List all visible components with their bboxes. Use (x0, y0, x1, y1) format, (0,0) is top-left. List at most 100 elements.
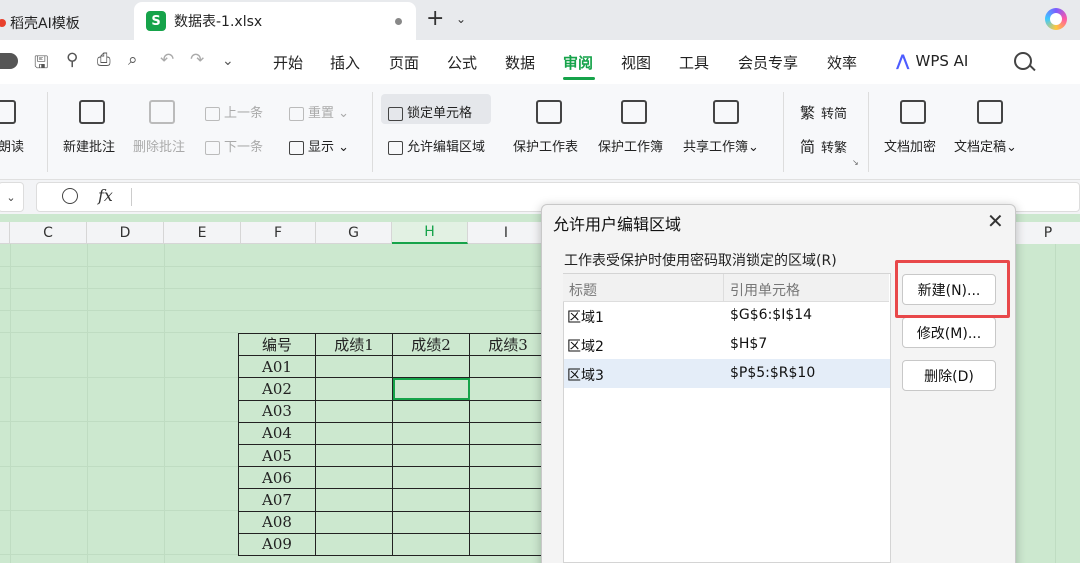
cell[interactable] (469, 488, 547, 512)
cell[interactable] (392, 510, 470, 534)
read-aloud-button[interactable]: 朗读 (0, 136, 24, 155)
id-cell[interactable]: A02 (238, 377, 316, 401)
cell[interactable] (315, 466, 393, 490)
id-cell[interactable]: A01 (238, 355, 316, 379)
cell[interactable] (315, 421, 393, 445)
lock-cells-button[interactable]: 锁定单元格 (388, 102, 472, 121)
cell[interactable] (392, 443, 470, 468)
more-chevron-icon[interactable]: ⌄ (222, 53, 234, 69)
name-box-dropdown[interactable]: ⌄ (0, 182, 24, 212)
selected-cell[interactable] (392, 377, 470, 401)
doc-final-button[interactable]: 文档定稿⌄ (954, 136, 1017, 155)
cell[interactable] (469, 377, 547, 401)
cell[interactable] (315, 488, 393, 512)
cell[interactable] (315, 355, 393, 379)
search-icon[interactable] (1014, 52, 1032, 70)
header-cell-score2[interactable]: 成绩2 (392, 332, 470, 357)
menu-home[interactable]: 开始 (273, 52, 303, 73)
header-cell-score1[interactable]: 成绩1 (315, 332, 393, 357)
allow-edit-range-button[interactable]: 允许编辑区域 (388, 136, 485, 155)
save-icon[interactable]: 🖫 (34, 50, 48, 79)
cell[interactable] (469, 466, 547, 490)
cell[interactable] (315, 532, 393, 556)
cell[interactable] (469, 421, 547, 445)
id-cell[interactable]: A03 (238, 399, 316, 423)
cell[interactable] (469, 399, 547, 423)
protect-workbook-button[interactable]: 保护工作簿 (598, 136, 663, 155)
menu-formula[interactable]: 公式 (447, 52, 477, 73)
menu-data[interactable]: 数据 (505, 52, 535, 73)
unsaved-dot-icon[interactable] (395, 18, 402, 25)
zoom-icon[interactable] (62, 188, 78, 204)
cell[interactable] (469, 532, 547, 556)
column-header-i[interactable]: I (468, 222, 545, 244)
doc-encrypt-button[interactable]: 文档加密 (884, 136, 936, 155)
id-cell[interactable]: A06 (238, 466, 316, 490)
link-icon[interactable]: ⚲ (66, 50, 78, 70)
cell[interactable] (392, 466, 470, 490)
cell[interactable] (315, 399, 393, 423)
to-simplified-button[interactable]: 繁转简 (800, 102, 847, 123)
wps-ai-logo-icon[interactable] (1045, 8, 1067, 30)
menu-review[interactable]: 审阅 (563, 52, 593, 73)
column-header-g[interactable]: G (316, 222, 392, 244)
column-header[interactable] (0, 222, 10, 244)
dialog-launcher-icon[interactable]: ↘ (852, 158, 859, 167)
toggle-switch[interactable] (0, 53, 18, 69)
tab-docer-templates[interactable]: 稻壳AI模板 (0, 6, 126, 40)
undo-icon[interactable]: ↶ (160, 50, 174, 70)
menu-page[interactable]: 页面 (389, 52, 419, 73)
cell[interactable] (392, 421, 470, 445)
list-header-ref[interactable]: 引用单元格 (730, 280, 800, 300)
list-item-selected[interactable] (564, 359, 890, 388)
redo-icon[interactable]: ↷ (190, 50, 204, 70)
menu-member[interactable]: 会员专享 (738, 52, 798, 73)
share-workbook-button[interactable]: 共享工作簿⌄ (683, 136, 759, 155)
id-cell[interactable]: A04 (238, 421, 316, 445)
header-cell-id[interactable]: 编号 (238, 332, 316, 357)
menu-view[interactable]: 视图 (621, 52, 651, 73)
menu-efficiency[interactable]: 效率 (827, 52, 857, 73)
chevron-down-icon[interactable]: ⌄ (456, 12, 466, 26)
id-cell[interactable]: A07 (238, 488, 316, 512)
column-header-e[interactable]: E (164, 222, 241, 244)
fx-icon[interactable]: fx (98, 186, 113, 205)
cell[interactable] (469, 510, 547, 534)
list-header-divider[interactable] (723, 274, 724, 302)
cell[interactable] (469, 443, 547, 468)
print-preview-icon[interactable]: ⌕ (128, 50, 138, 70)
column-header-d[interactable]: D (87, 222, 164, 244)
column-header-h[interactable]: H (392, 222, 468, 244)
protect-sheet-button[interactable]: 保护工作表 (513, 136, 578, 155)
tab-spreadsheet[interactable]: S 数据表-1.xlsx (134, 2, 416, 40)
cell[interactable] (315, 377, 393, 401)
print-icon[interactable]: ⎙ (97, 50, 111, 70)
cell[interactable] (392, 488, 470, 512)
list-item[interactable] (564, 302, 890, 331)
column-header-f[interactable]: F (241, 222, 316, 244)
id-cell[interactable]: A08 (238, 510, 316, 534)
delete-comment-button[interactable]: 删除批注 (133, 136, 185, 155)
list-item[interactable] (564, 331, 890, 360)
menu-tools[interactable]: 工具 (679, 52, 709, 73)
prev-comment-button[interactable]: 上一条 (205, 102, 263, 121)
list-header-title[interactable]: 标题 (569, 280, 597, 300)
id-cell[interactable]: A09 (238, 532, 316, 556)
to-traditional-button[interactable]: 简转繁 (800, 136, 847, 157)
cell[interactable] (392, 399, 470, 423)
cell[interactable] (315, 443, 393, 468)
cell[interactable] (392, 532, 470, 556)
new-tab-button[interactable]: + (426, 6, 444, 31)
cell[interactable] (392, 355, 470, 379)
modify-range-button[interactable]: 修改(M)... (902, 317, 996, 348)
close-icon[interactable]: ✕ (987, 209, 1004, 233)
reset-button[interactable]: 重置 ⌄ (289, 102, 349, 121)
show-button[interactable]: 显示 ⌄ (289, 136, 349, 155)
header-cell-score3[interactable]: 成绩3 (469, 332, 547, 357)
cell[interactable] (469, 355, 547, 379)
menu-insert[interactable]: 插入 (330, 52, 360, 73)
wps-ai-button[interactable]: ⋀ WPS AI (896, 51, 968, 70)
delete-range-button[interactable]: 删除(D) (902, 360, 996, 391)
cell[interactable] (315, 510, 393, 534)
column-header-p[interactable]: P (1016, 222, 1080, 244)
